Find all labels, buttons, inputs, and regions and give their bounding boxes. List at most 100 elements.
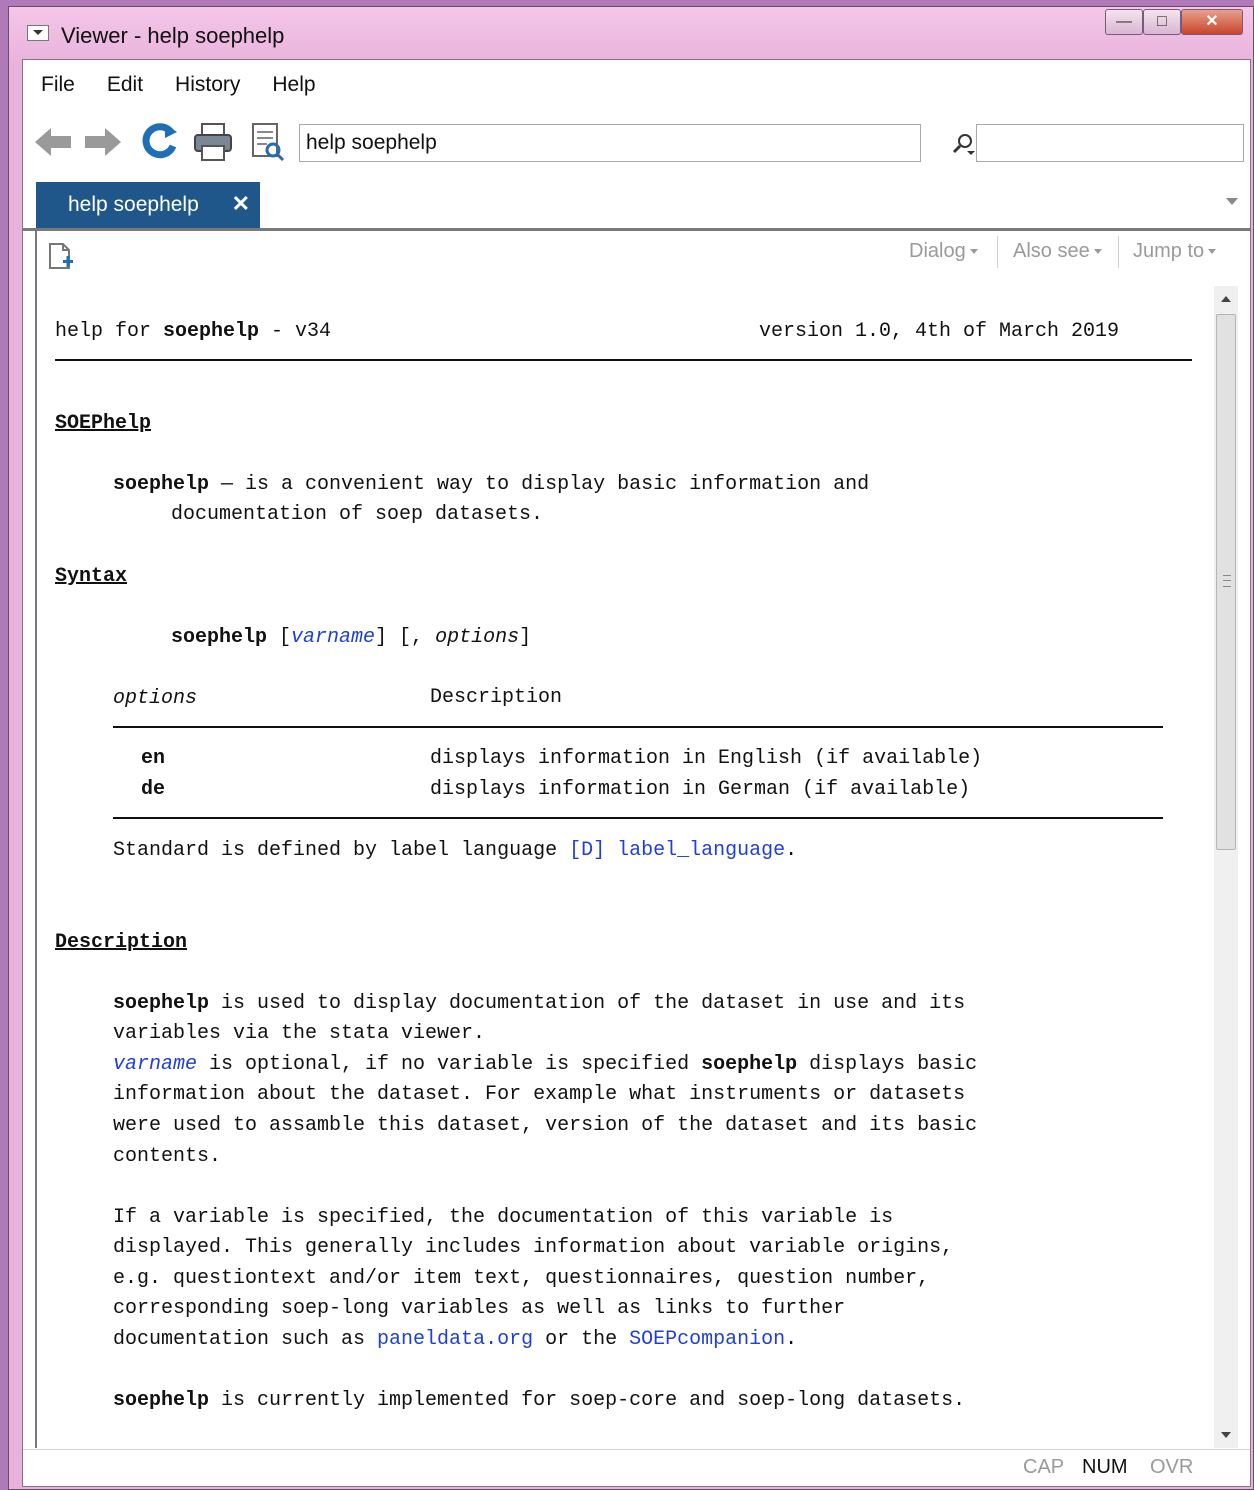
- close-button[interactable]: ✕: [1181, 9, 1243, 35]
- desc-line-2: variables via the stata viewer.: [113, 1022, 486, 1045]
- search-field[interactable]: [976, 124, 1244, 162]
- help-content: help for soephelp - v34 version 1.0, 4th…: [37, 286, 1214, 1448]
- period: .: [785, 839, 798, 862]
- description-column-header: Description: [430, 686, 563, 709]
- tab-close-icon[interactable]: ✕: [232, 191, 250, 217]
- viewer-frame: Dialog Also see Jump to help for soephel…: [35, 230, 1238, 1448]
- viewer-toolbar: Dialog Also see Jump to: [37, 230, 1238, 278]
- desc-command: soephelp: [113, 992, 210, 1015]
- desc-text: is used to display documentation of the …: [209, 992, 966, 1015]
- para-command: soephelp: [113, 1389, 210, 1412]
- dialog-button[interactable]: Dialog: [909, 240, 978, 263]
- refresh-icon[interactable]: [137, 120, 181, 164]
- menu-history[interactable]: History: [175, 73, 240, 97]
- para2-line-2: displayed. This generally includes infor…: [113, 1236, 954, 1259]
- para2-line-5: documentation such as paneldata.org or t…: [113, 1328, 797, 1351]
- doc-header-left: help for soephelp - v34: [55, 320, 331, 343]
- viewer-client: File Edit History Help help soephelp hel…: [22, 59, 1251, 1487]
- tab-strip: help soephelp ✕: [23, 180, 1250, 231]
- option-en-description: displays information in English (if avai…: [430, 747, 983, 770]
- status-ovr: OVR: [1150, 1456, 1194, 1478]
- minimize-button[interactable]: —: [1105, 9, 1143, 35]
- manual-d-link[interactable]: [D]: [569, 839, 605, 862]
- para-text: documentation such as: [113, 1328, 378, 1351]
- vertical-scrollbar[interactable]: [1214, 286, 1238, 1448]
- syntax-options: options: [435, 626, 520, 649]
- label-language-link[interactable]: label_language: [617, 839, 785, 862]
- jump-to-button[interactable]: Jump to: [1133, 240, 1217, 263]
- tab-help-soephelp[interactable]: help soephelp ✕: [36, 182, 260, 228]
- paneldata-link[interactable]: paneldata.org: [377, 1328, 533, 1351]
- tab-list-dropdown-icon[interactable]: [1226, 198, 1238, 205]
- also-see-label: Also see: [1013, 240, 1090, 262]
- jump-to-label: Jump to: [1133, 240, 1205, 262]
- new-viewer-icon[interactable]: [47, 242, 75, 272]
- syntax-command: soephelp: [171, 626, 268, 649]
- toolbar: [23, 116, 1250, 168]
- desc-text: displays basic: [797, 1053, 978, 1076]
- options-column-header: options: [113, 687, 198, 710]
- title-text: — is a convenient way to display basic i…: [209, 473, 870, 496]
- print-icon[interactable]: [191, 120, 235, 164]
- desc-command: soephelp: [701, 1053, 798, 1076]
- para2-line-3: e.g. questiontext and/or item text, ques…: [113, 1267, 930, 1290]
- tab-label: help soephelp: [68, 193, 199, 216]
- para2-line-1: If a variable is specified, the document…: [113, 1206, 894, 1229]
- separator: [1118, 236, 1119, 268]
- dialog-label: Dialog: [909, 240, 966, 262]
- also-see-caret-icon: [1093, 249, 1102, 255]
- title-command: soephelp: [113, 473, 210, 496]
- status-cap: CAP: [1023, 1456, 1065, 1478]
- header-prefix: help for: [55, 320, 164, 343]
- title-line-1: soephelp — is a convenient way to displa…: [113, 473, 869, 496]
- status-bar: CAP NUM OVR: [23, 1449, 1250, 1486]
- viewer-log-icon[interactable]: [245, 120, 289, 164]
- standard-line: Standard is defined by label language [D…: [113, 839, 797, 862]
- scroll-up-icon[interactable]: [1221, 296, 1231, 302]
- standard-text: Standard is defined by label language: [113, 839, 570, 862]
- desc-text: is optional, if no variable is specified: [197, 1053, 702, 1076]
- option-de-description: displays information in German (if avail…: [430, 778, 971, 801]
- scroll-down-icon[interactable]: [1221, 1432, 1231, 1438]
- scroll-grip-icon: [1223, 575, 1231, 587]
- syntax-varname-link[interactable]: varname: [291, 626, 375, 649]
- para2-line-4: corresponding soep-long variables as wel…: [113, 1297, 846, 1320]
- back-arrow-icon[interactable]: [31, 120, 75, 164]
- menu-edit[interactable]: Edit: [107, 73, 143, 97]
- desc-line-3: varname is optional, if no variable is s…: [113, 1053, 977, 1076]
- menu-help[interactable]: Help: [272, 73, 315, 97]
- maximize-button[interactable]: □: [1143, 9, 1181, 35]
- heading-soephelp: SOEPhelp: [55, 412, 152, 435]
- desc-line-4: information about the dataset. For examp…: [113, 1083, 966, 1106]
- search-icon[interactable]: [949, 130, 977, 158]
- syntax-bracket: ]: [519, 626, 532, 649]
- status-num: NUM: [1082, 1456, 1128, 1478]
- title-line-2: documentation of soep datasets.: [171, 503, 544, 526]
- menu-bar: File Edit History Help: [23, 60, 1250, 110]
- header-version: - v34: [259, 320, 332, 343]
- window-menu-icon[interactable]: [27, 25, 49, 41]
- option-en: en: [141, 747, 166, 770]
- title-bar[interactable]: Viewer - help soephelp — □ ✕: [9, 7, 1253, 59]
- para3-line: soephelp is currently implemented for so…: [113, 1389, 965, 1412]
- heading-description: Description: [55, 931, 188, 954]
- para-text: is currently implemented for soep-core a…: [209, 1389, 966, 1412]
- forward-arrow-icon[interactable]: [81, 120, 125, 164]
- desc-line-6: contents.: [113, 1145, 222, 1168]
- scroll-thumb[interactable]: [1216, 314, 1236, 850]
- also-see-button[interactable]: Also see: [1013, 240, 1102, 263]
- syntax-bracket: ] [,: [375, 626, 436, 649]
- period: .: [785, 1328, 798, 1351]
- syntax-line: soephelp [varname] [, options]: [171, 626, 531, 649]
- command-input[interactable]: [299, 124, 921, 162]
- options-bottom-rule: [113, 817, 1163, 819]
- jump-to-caret-icon: [1208, 249, 1217, 255]
- dialog-caret-icon: [969, 249, 978, 255]
- para-text: or the: [533, 1328, 630, 1351]
- header-rule: [55, 359, 1192, 361]
- varname-link[interactable]: varname: [113, 1053, 197, 1076]
- menu-file[interactable]: File: [41, 73, 75, 97]
- separator: [997, 236, 998, 268]
- doc-header-right: version 1.0, 4th of March 2019: [759, 320, 1120, 343]
- soepcompanion-link[interactable]: SOEPcompanion: [629, 1328, 785, 1351]
